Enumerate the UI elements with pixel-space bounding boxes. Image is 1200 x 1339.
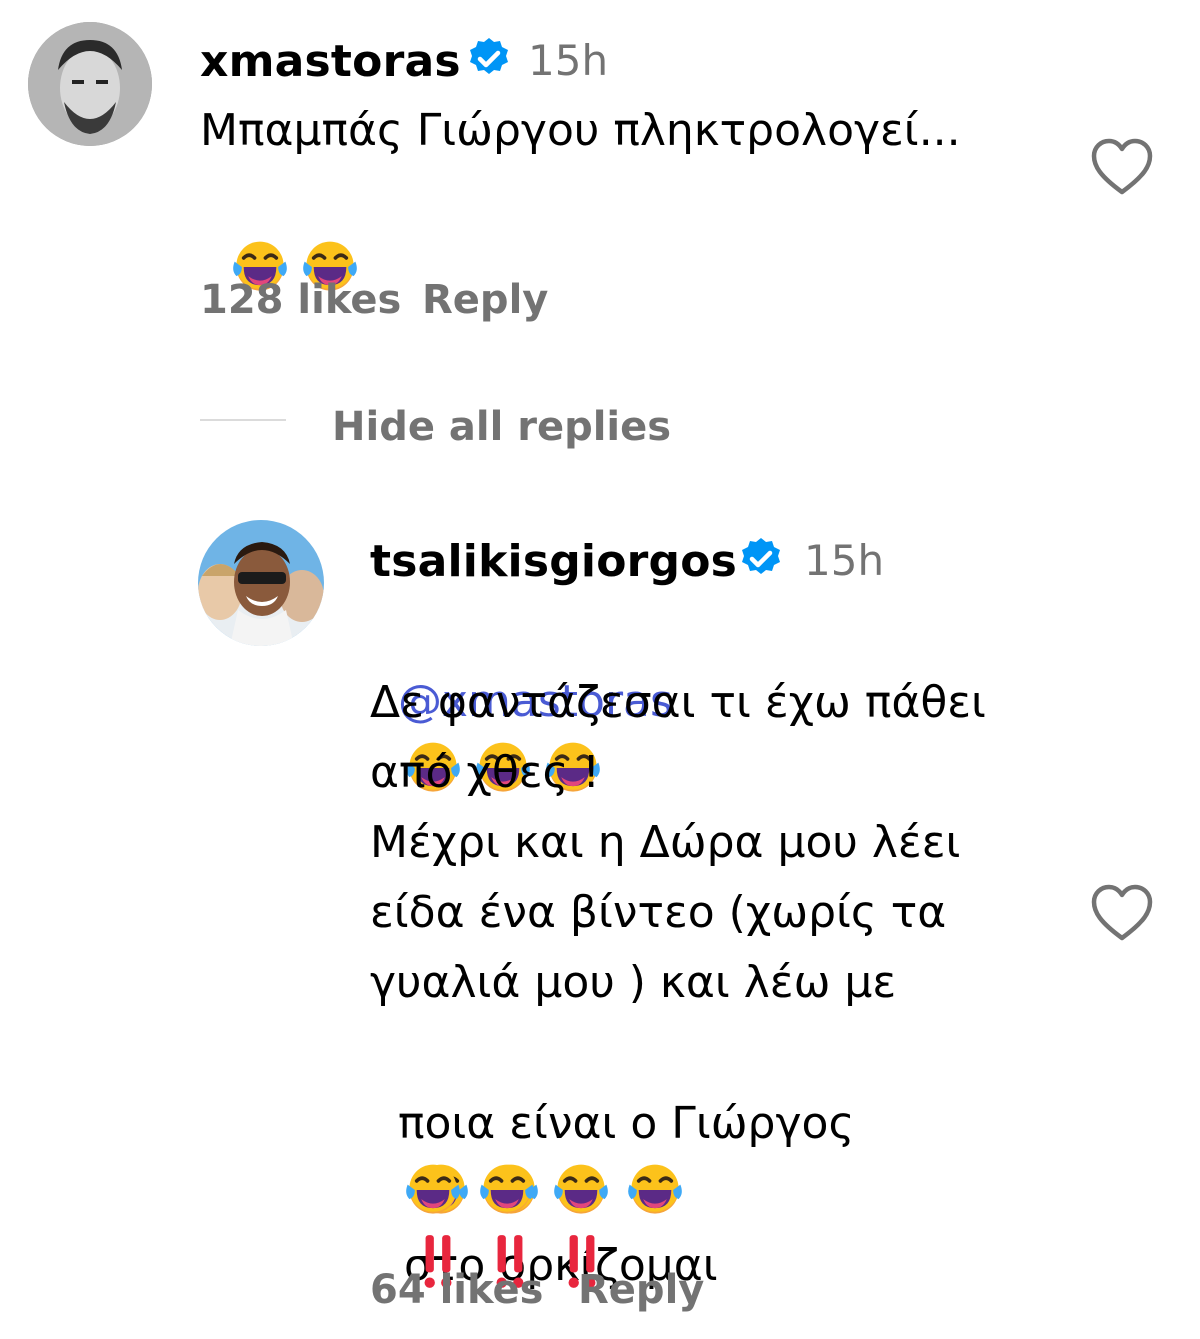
verified-badge-icon bbox=[738, 536, 784, 582]
avatar-tsalikisgiorgos[interactable] bbox=[198, 520, 324, 646]
avatar-image bbox=[28, 22, 152, 146]
comment-username[interactable]: xmastoras bbox=[200, 40, 461, 84]
replies-divider bbox=[200, 419, 286, 421]
reply-line-1: Δε φαντάζεσαι τι έχω πάθει bbox=[370, 677, 986, 728]
avatar-image bbox=[198, 520, 324, 646]
tears-of-joy-emoji bbox=[626, 1161, 684, 1219]
avatar-xmastoras[interactable] bbox=[28, 22, 152, 146]
reply-username[interactable]: tsalikisgiorgos bbox=[370, 540, 737, 584]
reply-line-4: είδα ένα βίντεο (χωρίς τα bbox=[370, 887, 947, 938]
reply-line-3: Μέχρι και η Δώρα μου λέει bbox=[370, 817, 961, 868]
reply-likes[interactable]: 64 likes bbox=[370, 1270, 543, 1310]
heart-outline-icon[interactable] bbox=[1090, 884, 1154, 942]
comment-reply-button[interactable]: Reply bbox=[422, 280, 548, 320]
comment-time[interactable]: 15h bbox=[528, 40, 608, 82]
hide-replies-button[interactable]: Hide all replies bbox=[332, 407, 671, 447]
comment-likes[interactable]: 128 likes bbox=[200, 280, 401, 320]
heart-outline-icon[interactable] bbox=[1090, 138, 1154, 196]
reply-time[interactable]: 15h bbox=[804, 540, 884, 582]
reply-reply-button[interactable]: Reply bbox=[578, 1270, 704, 1310]
comment-text: Μπαμπάς Γιώργου πληκτρολογεί... bbox=[200, 105, 961, 156]
reply-line-2: από χθες ! bbox=[370, 747, 600, 798]
verified-badge-icon bbox=[466, 36, 512, 82]
reply-line-5: γυαλιά μου ) και λέω με bbox=[370, 957, 897, 1008]
